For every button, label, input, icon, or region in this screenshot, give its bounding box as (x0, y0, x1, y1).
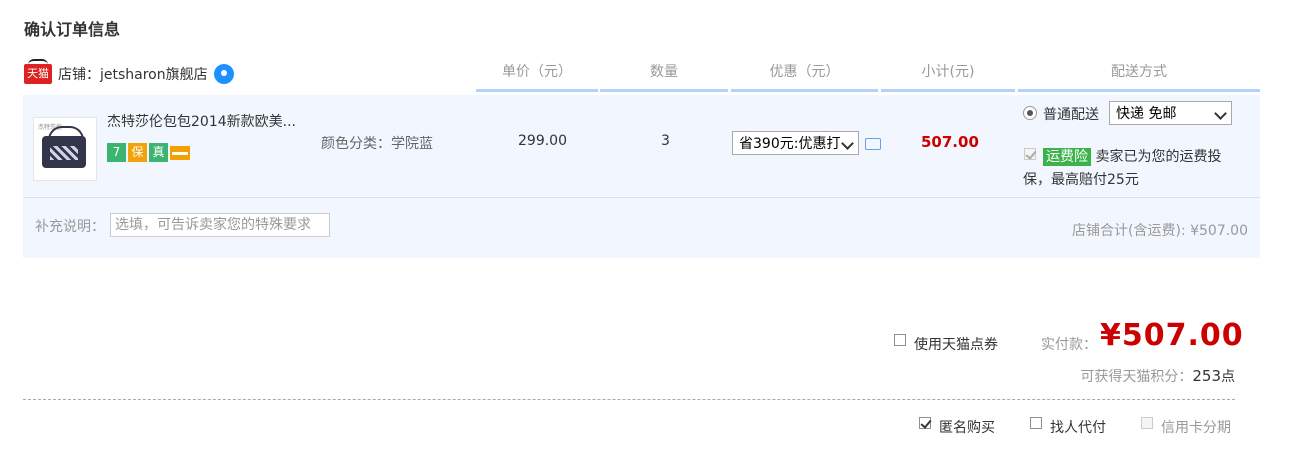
sku-attribute: 颜色分类：学院蓝 (321, 136, 433, 152)
anonymous-checkbox[interactable] (919, 417, 931, 429)
note-row: 补充说明： 选填，可告诉卖家您的特殊要求 店铺合计(含运费): ¥507.00 (23, 198, 1260, 258)
col-shipping: 配送方式 (1018, 64, 1260, 92)
installment-label: 信用卡分期 (1161, 420, 1231, 436)
shop-name[interactable]: 店铺：jetsharon旗舰店 (58, 64, 208, 84)
wangwang-chat-icon[interactable] (213, 64, 234, 84)
note-input[interactable]: 选填，可告诉卖家您的特殊要求 (110, 213, 330, 237)
credit-card-icon (170, 146, 190, 160)
proxy-pay-checkbox[interactable] (1030, 417, 1042, 429)
page-title: 确认订单信息 (24, 20, 121, 39)
unit-price: 299.00 (518, 133, 567, 149)
anonymous-label: 匿名购买 (939, 420, 995, 436)
points-info: 可获得天猫积分：253点 (1080, 366, 1235, 386)
order-item-row: 杰特莎伦 杰特莎伦包包2014新款欧美... 7 保 真 颜色分类：学院蓝 29… (23, 95, 1260, 198)
actual-pay-value: ¥507.00 (1100, 318, 1244, 353)
seven-day-return-icon: 7 (107, 143, 126, 162)
shipping-method-select[interactable]: 快递 免邮 (1109, 101, 1232, 125)
col-quantity: 数量 (600, 64, 728, 92)
col-subtotal: 小计(元) (881, 64, 1015, 92)
actual-pay-label: 实付款： (1041, 337, 1097, 353)
insurance-info: 运费险 卖家已为您的运费投 (1043, 146, 1253, 168)
guarantee-icon: 保 (128, 143, 147, 162)
service-badges: 7 保 真 (107, 143, 190, 162)
points-label: 可获得天猫积分： (1080, 369, 1193, 385)
handbag-image-icon (42, 126, 86, 168)
discount-select-value: 省390元:优惠打 (739, 136, 841, 152)
shipping-option-label: 普通配送 (1043, 107, 1099, 123)
insurance-tag: 运费险 (1043, 148, 1091, 166)
col-unit-price: 单价（元） (476, 64, 598, 92)
proxy-pay-label: 找人代付 (1050, 420, 1106, 436)
installment-checkbox[interactable] (1141, 417, 1153, 429)
shop-header: 天猫 店铺：jetsharon旗舰店 (24, 59, 234, 84)
points-unit: 点 (1221, 369, 1235, 385)
insurance-checkbox[interactable] (1024, 148, 1036, 160)
item-subtotal: 507.00 (921, 133, 979, 151)
coupon-checkbox[interactable] (894, 334, 906, 346)
product-thumbnail[interactable]: 杰特莎伦 (33, 117, 97, 181)
coupon-label: 使用天猫点券 (914, 337, 998, 353)
tmall-logo-icon: 天猫 (24, 59, 52, 84)
product-name-link[interactable]: 杰特莎伦包包2014新款欧美... (107, 111, 296, 131)
discount-info-icon[interactable] (865, 138, 881, 150)
col-discount: 优惠（元） (731, 64, 878, 92)
authentic-icon: 真 (149, 143, 168, 162)
shipping-radio[interactable] (1023, 106, 1037, 120)
divider (23, 399, 1235, 400)
insurance-text-1: 卖家已为您的运费投 (1095, 149, 1222, 165)
chevron-down-icon (1214, 107, 1227, 120)
quantity: 3 (661, 133, 670, 149)
chevron-down-icon (841, 137, 854, 150)
points-value: 253 (1192, 367, 1221, 385)
shop-total: 店铺合计(含运费): ¥507.00 (1072, 223, 1248, 239)
note-label: 补充说明： (35, 219, 105, 235)
insurance-text-2: 保，最高赔付25元 (1023, 172, 1139, 188)
discount-select[interactable]: 省390元:优惠打 (732, 131, 859, 155)
shipping-method-value: 快递 免邮 (1116, 106, 1177, 122)
